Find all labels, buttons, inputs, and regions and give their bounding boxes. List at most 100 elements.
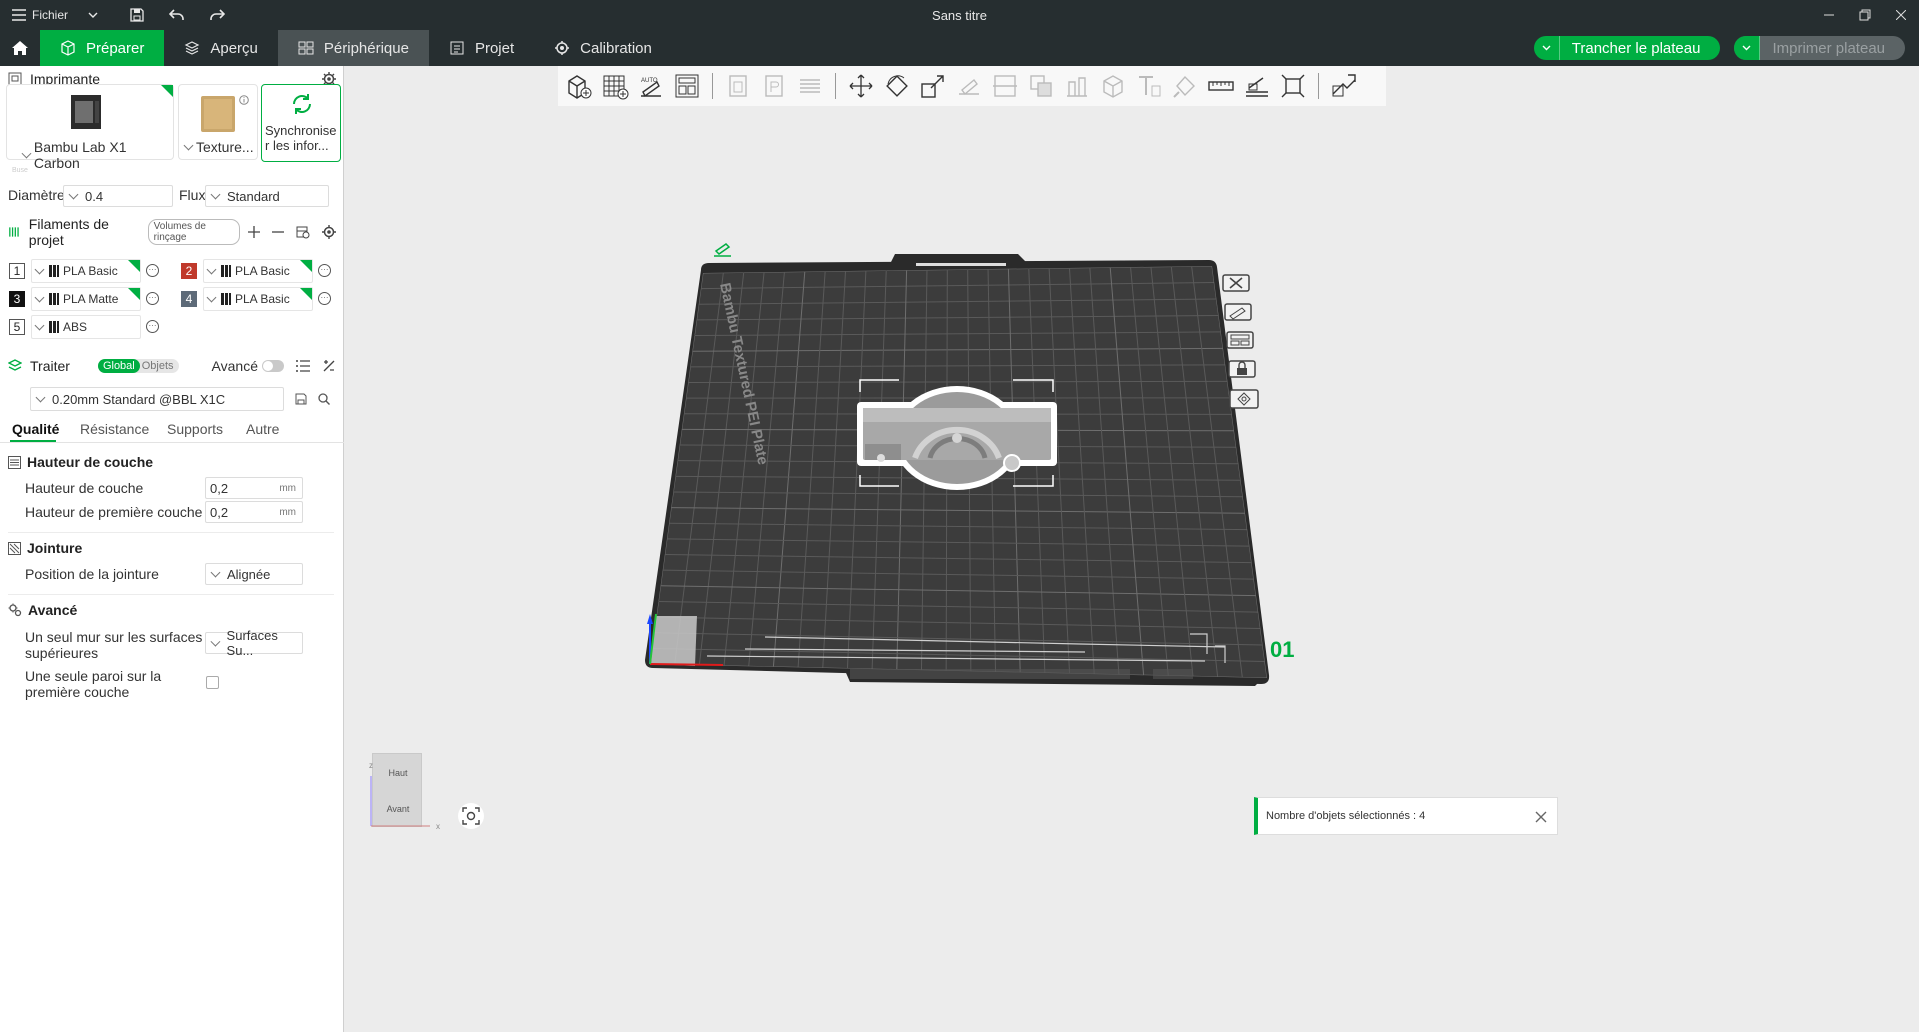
global-objects-switch[interactable]: Global Objets: [97, 359, 179, 373]
slice-plate-button[interactable]: Trancher le plateau: [1533, 36, 1721, 60]
subtab-supports[interactable]: Supports: [167, 421, 223, 437]
filament-select[interactable]: PLA Basic: [203, 287, 313, 311]
filament-spool-icon: [49, 293, 59, 305]
list-icon[interactable]: [296, 360, 310, 372]
main-tab-bar: Préparer Aperçu Périphérique Projet Cali…: [0, 30, 1919, 66]
orient-icon: [1224, 303, 1252, 321]
filament-color-swatch[interactable]: 1: [9, 263, 25, 279]
minimize-icon[interactable]: [1811, 0, 1847, 30]
first-layer-one-wall-checkbox[interactable]: [206, 676, 219, 689]
flow-select[interactable]: Standard: [205, 185, 329, 207]
filament-select[interactable]: PLA Basic: [31, 259, 141, 283]
chevron-down-icon[interactable]: [1734, 36, 1761, 60]
chevron-down-icon[interactable]: [1534, 36, 1560, 60]
first-layer-height-label: Hauteur de première couche: [25, 504, 203, 520]
global-toggle[interactable]: Global: [97, 359, 140, 373]
redo-icon[interactable]: [200, 0, 234, 30]
minus-icon[interactable]: [272, 226, 284, 238]
hamburger-icon[interactable]: [12, 9, 26, 21]
filament-select[interactable]: ABS: [31, 315, 141, 339]
sync-printer-info-button[interactable]: Synchronise r les infor...: [261, 84, 341, 162]
subtab-strength[interactable]: Résistance: [80, 421, 149, 437]
reset-camera-button[interactable]: [458, 803, 484, 829]
more-options-icon[interactable]: ···: [318, 264, 331, 277]
undo-icon[interactable]: [160, 0, 194, 30]
build-plate[interactable]: Bambu Textured PEI Plate 01: [345, 66, 1919, 1032]
diameter-select[interactable]: 0.4: [63, 185, 173, 207]
synced-corner: [300, 288, 312, 300]
filament-spool-icon: [49, 265, 59, 277]
axis-x-label: x: [436, 822, 440, 831]
printer-thumbnail: [71, 95, 101, 129]
synced-corner: [128, 288, 140, 300]
flow-value: Standard: [227, 188, 280, 204]
calibration-icon: [555, 41, 570, 55]
orient-plate-button[interactable]: [1223, 301, 1253, 323]
print-plate-button[interactable]: Imprimer plateau: [1734, 36, 1905, 60]
more-options-icon[interactable]: ···: [146, 264, 159, 277]
plate-settings-button[interactable]: [1229, 388, 1259, 410]
tab-prepare[interactable]: Préparer: [40, 30, 165, 66]
axis-z-label: z: [369, 761, 373, 770]
tab-label: Projet: [474, 39, 515, 57]
more-options-icon[interactable]: ···: [318, 292, 331, 305]
tab-calibration[interactable]: Calibration: [534, 30, 672, 66]
flush-volumes-button[interactable]: Volumes de rinçage: [147, 219, 240, 245]
home-button[interactable]: [0, 30, 40, 66]
arrange-plate-button[interactable]: [1225, 329, 1255, 351]
nozzle-faded-label: Buse: [12, 167, 28, 174]
subtab-other[interactable]: Autre: [246, 421, 279, 437]
close-icon[interactable]: [1883, 0, 1919, 30]
delete-plate-button[interactable]: [1221, 272, 1251, 294]
selected-corner: [161, 85, 173, 97]
edit-plate-icon[interactable]: [714, 243, 731, 257]
filament-color-swatch[interactable]: 3: [9, 291, 25, 307]
objects-toggle[interactable]: Objets: [140, 359, 179, 373]
process-profile-select[interactable]: 0.20mm Standard @BBL X1C: [30, 387, 284, 411]
top-surface-one-wall-select[interactable]: Surfaces Su...: [205, 628, 303, 658]
chevron-down-icon[interactable]: [21, 148, 32, 158]
tab-device[interactable]: Périphérique: [277, 30, 429, 66]
filament-color-swatch[interactable]: 4: [181, 291, 197, 307]
tab-label: Préparer: [86, 39, 145, 57]
first-layer-height-input[interactable]: 0,2 mm: [205, 501, 303, 523]
seam-icon: [8, 541, 21, 555]
tab-preview[interactable]: Aperçu: [164, 30, 278, 66]
plus-icon[interactable]: [248, 226, 260, 238]
color-sync-icon[interactable]: [296, 225, 310, 239]
save-icon[interactable]: [120, 0, 154, 30]
more-options-icon[interactable]: ···: [146, 292, 159, 305]
filament-select[interactable]: PLA Matte: [31, 287, 141, 311]
filament-color-swatch[interactable]: 2: [181, 263, 197, 279]
process-section-header: Traiter Global Objets Avancé: [0, 353, 344, 379]
lock-plate-button[interactable]: [1227, 358, 1257, 380]
gear-icon[interactable]: [322, 225, 336, 239]
filament-select[interactable]: PLA Basic: [203, 259, 313, 283]
3d-viewport[interactable]: AUTO Bambu Textured PEI Plate 01 Haut Av…: [345, 66, 1919, 1032]
first-layer-one-wall-label: Une seule paroi sur la première couche: [25, 668, 161, 700]
top-surface-one-wall-label: Un seul mur sur les surfaces supérieures: [25, 629, 202, 661]
subtab-quality[interactable]: Qualité: [12, 421, 59, 437]
search-icon[interactable]: [318, 393, 330, 405]
filament-name: PLA Matte: [63, 292, 119, 306]
plate-thumbnail: [201, 96, 235, 132]
plate-card[interactable]: Texture...: [178, 84, 258, 160]
filament-color-swatch[interactable]: 5: [9, 319, 25, 335]
layer-height-label: Hauteur de couche: [25, 480, 144, 496]
file-menu[interactable]: Fichier: [32, 8, 68, 22]
seam-position-select[interactable]: Alignée: [205, 563, 303, 585]
seam-section: Jointure: [8, 540, 82, 556]
close-icon[interactable]: [1531, 807, 1551, 827]
layer-height-input[interactable]: 0,2 mm: [205, 477, 303, 499]
more-options-icon[interactable]: ···: [146, 320, 159, 333]
tab-project[interactable]: Projet: [429, 30, 534, 66]
chevron-down-icon[interactable]: [183, 140, 194, 150]
compare-icon[interactable]: [322, 359, 336, 373]
info-icon[interactable]: [239, 95, 249, 105]
printer-card[interactable]: Bambu Lab X1 Carbon: [6, 84, 174, 171]
chevron-down-icon[interactable]: [88, 12, 98, 18]
restore-icon[interactable]: [1847, 0, 1883, 30]
save-icon[interactable]: [295, 393, 307, 405]
advanced-toggle[interactable]: [262, 360, 284, 372]
chevron-down-icon: [35, 392, 46, 402]
